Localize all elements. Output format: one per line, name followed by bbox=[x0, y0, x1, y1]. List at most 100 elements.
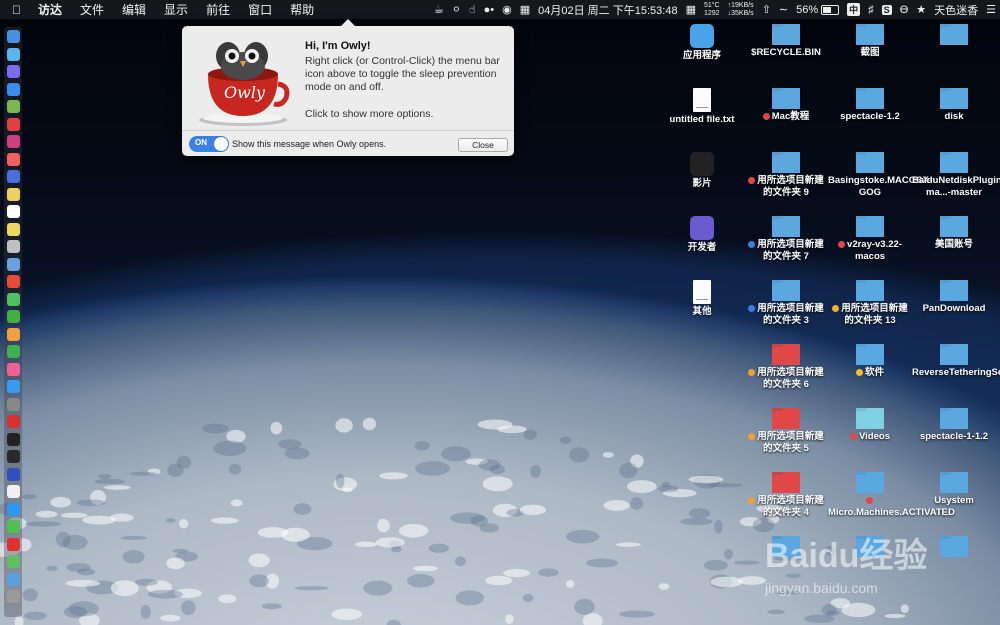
dots-icon[interactable]: ●• bbox=[480, 4, 499, 16]
folder-icon bbox=[940, 472, 968, 493]
desktop-icon[interactable]: 用所选项目新建的文件夹 6 bbox=[744, 344, 828, 391]
s-app-icon[interactable]: S bbox=[878, 4, 896, 15]
ghost-icon[interactable]: ☝ bbox=[465, 3, 480, 16]
wechat-icon[interactable] bbox=[7, 520, 20, 533]
desktop-icon[interactable]: Videos bbox=[828, 408, 912, 443]
desktop-icon[interactable]: spectacle-1.2 bbox=[828, 88, 912, 123]
desktop-icon[interactable]: disk bbox=[912, 88, 996, 123]
menu-go[interactable]: 前往 bbox=[197, 1, 239, 18]
desktop-icon[interactable]: $RECYCLE.BIN bbox=[744, 24, 828, 59]
datetime-text[interactable]: 04月02日 周二 下午15:53:48 bbox=[534, 2, 681, 18]
calendar-icon[interactable] bbox=[7, 205, 20, 218]
android-icon[interactable] bbox=[7, 100, 20, 113]
desktop-icon[interactable]: 用所选项目新建的文件夹 5 bbox=[744, 408, 828, 455]
network-speed[interactable]: ↑19KB/s ↓35KB/s bbox=[724, 2, 758, 18]
coffee-cup-icon[interactable]: ☕ bbox=[430, 3, 448, 16]
itunes-icon[interactable] bbox=[7, 362, 20, 376]
desktop-icon[interactable] bbox=[912, 24, 996, 45]
vivaldi-icon[interactable] bbox=[7, 415, 20, 428]
app-grid-icon[interactable]: ▦ bbox=[682, 3, 700, 16]
menu-help[interactable]: 帮助 bbox=[281, 1, 323, 18]
apple-logo-icon[interactable]:  bbox=[0, 3, 29, 17]
photos-icon[interactable] bbox=[7, 327, 20, 341]
desktop-icon[interactable]: spectacle-1-1.2 bbox=[912, 408, 996, 443]
desktop-icon[interactable]: 影片 bbox=[660, 152, 744, 190]
xcode-icon[interactable] bbox=[7, 170, 20, 183]
desktop-icon[interactable]: Usystem bbox=[912, 472, 996, 507]
finder-icon[interactable] bbox=[7, 30, 20, 43]
desktop-icon[interactable]: 开发者 bbox=[660, 216, 744, 254]
user-name[interactable]: 天色迷香 bbox=[930, 2, 982, 18]
app-store-icon[interactable] bbox=[7, 380, 20, 393]
desktop-icon[interactable]: 截图 bbox=[828, 24, 912, 59]
menu-edit[interactable]: 编辑 bbox=[113, 1, 155, 18]
notes-icon[interactable] bbox=[7, 222, 20, 236]
star-icon[interactable]: ★ bbox=[912, 3, 930, 16]
close-button[interactable]: Close bbox=[458, 138, 508, 152]
launchpad-icon[interactable] bbox=[7, 65, 20, 78]
menu-view[interactable]: 显示 bbox=[155, 1, 197, 18]
wechat-icon[interactable] bbox=[7, 310, 20, 323]
desktop-icon[interactable]: Basingstoke.MACOSX-GOG bbox=[828, 152, 932, 199]
settings-icon[interactable] bbox=[7, 397, 20, 411]
volume-icon[interactable]: ♯ bbox=[864, 4, 878, 16]
netease-music-icon[interactable] bbox=[7, 537, 20, 551]
desktop-icon-label: spectacle-1.2 bbox=[840, 111, 900, 122]
desktop-icon[interactable]: 用所选项目新建的文件夹 7 bbox=[744, 216, 828, 263]
folder-icon[interactable] bbox=[7, 572, 20, 586]
siri-icon[interactable] bbox=[7, 47, 20, 61]
safari-icon[interactable] bbox=[7, 82, 20, 96]
numbers-icon[interactable] bbox=[7, 345, 20, 358]
menu-file[interactable]: 文件 bbox=[71, 1, 113, 18]
trash-icon[interactable] bbox=[7, 590, 20, 603]
app-name-menu[interactable]: 访达 bbox=[29, 1, 71, 18]
system-monitor[interactable]: 51°C 1292 bbox=[700, 2, 724, 18]
desktop-icon[interactable]: Micro.Machines.ACTIVATED bbox=[828, 472, 955, 519]
desktop-icon[interactable]: 其他 bbox=[660, 280, 744, 318]
desktop-icon-label: BaiduNetdiskPlugin-ma...-master bbox=[912, 175, 1000, 198]
desktop-icon[interactable]: ReverseTetheringServer_1.2.0 bbox=[912, 344, 1000, 379]
desktop-icon[interactable]: v2ray-v3.22-macos bbox=[828, 216, 912, 263]
desktop-icon[interactable]: PanDownload bbox=[912, 280, 996, 315]
desktop-icon-label: Micro.Machines.ACTIVATED bbox=[828, 495, 955, 519]
bluetooth-icon[interactable]: ϴ bbox=[896, 4, 913, 16]
app-icon[interactable] bbox=[7, 152, 20, 166]
folder-icon bbox=[940, 216, 968, 237]
app-icon[interactable] bbox=[7, 135, 20, 148]
desktop-icon[interactable]: Mac教程 bbox=[744, 88, 828, 123]
show-more-options-link[interactable]: Click to show more options. bbox=[305, 108, 433, 120]
doc-icon[interactable] bbox=[7, 240, 20, 253]
globe-icon[interactable]: ⚪ bbox=[448, 3, 465, 16]
yandex-icon[interactable] bbox=[7, 485, 20, 498]
terminal-icon[interactable] bbox=[7, 450, 20, 463]
messages-icon[interactable] bbox=[7, 292, 20, 306]
desktop-icon[interactable]: 用所选项目新建的文件夹 3 bbox=[744, 280, 828, 327]
desktop-icon[interactable]: 用所选项目新建的文件夹 4 bbox=[744, 472, 828, 519]
notes-icon[interactable] bbox=[7, 187, 20, 201]
preview-icon[interactable] bbox=[7, 257, 20, 271]
app-icon[interactable] bbox=[7, 117, 20, 131]
desktop-icon[interactable]: 用所选项目新建的文件夹 9 bbox=[744, 152, 828, 199]
vpn-icon[interactable] bbox=[7, 467, 20, 481]
desktop-icon[interactable]: 软件 bbox=[828, 344, 912, 379]
folder-icon bbox=[940, 88, 968, 109]
globe-icon-2[interactable]: ◉ bbox=[498, 3, 516, 16]
show-on-open-toggle[interactable]: ON bbox=[189, 136, 229, 152]
owly-popover[interactable]: Owly Hi, I'm Owly! Right click (or Contr… bbox=[182, 19, 514, 156]
upload-icon[interactable]: ⇧ bbox=[758, 3, 775, 16]
menu-window[interactable]: 窗口 bbox=[239, 1, 281, 18]
desktop-icon[interactable]: 美国账号 bbox=[912, 216, 996, 251]
qq-icon[interactable] bbox=[7, 502, 20, 516]
wifi-icon[interactable]: ∼ bbox=[775, 3, 792, 16]
input-method[interactable]: 中 bbox=[843, 3, 864, 16]
desktop-icon[interactable]: 用所选项目新建的文件夹 13 bbox=[828, 280, 912, 327]
desktop-icon[interactable]: untitled file.txt bbox=[660, 88, 744, 126]
terminal-icon[interactable] bbox=[7, 432, 20, 446]
desktop-icon[interactable]: 应用程序 bbox=[660, 24, 744, 62]
notification-list-icon[interactable]: ☰ bbox=[982, 3, 1000, 16]
chrome-icon[interactable] bbox=[7, 275, 20, 288]
app-icon[interactable] bbox=[7, 555, 20, 568]
calendar-icon[interactable]: ▦ bbox=[516, 3, 534, 16]
desktop-icon[interactable]: BaiduNetdiskPlugin-ma...-master bbox=[912, 152, 1000, 199]
battery-status[interactable]: 56% bbox=[792, 4, 843, 16]
